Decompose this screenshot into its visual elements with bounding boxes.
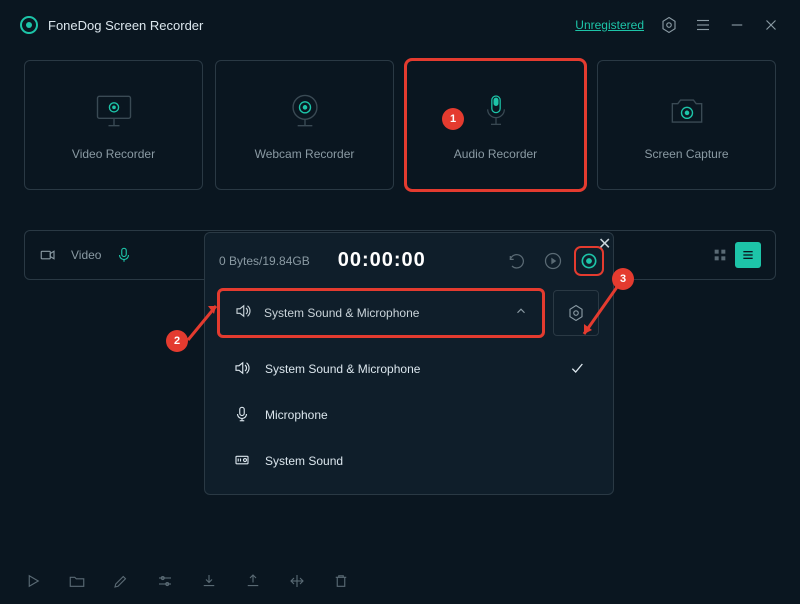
webcam-icon [283, 89, 327, 133]
unregistered-link[interactable]: Unregistered [575, 18, 644, 32]
speaker-icon [234, 302, 252, 325]
minimize-button[interactable] [728, 16, 746, 34]
speaker-icon [233, 359, 251, 380]
video-camera-icon[interactable] [39, 246, 57, 264]
microphone-icon [233, 405, 251, 426]
close-button[interactable] [762, 16, 780, 34]
app-title: FoneDog Screen Recorder [48, 18, 203, 33]
edit-button[interactable] [112, 572, 130, 590]
audio-settings-panel: 0 Bytes/19.84GB 00:00:00 System Sound & … [204, 232, 614, 495]
selected-audio-text: System Sound & Microphone [264, 306, 419, 320]
option-microphone[interactable]: Microphone [219, 392, 599, 438]
annotation-arrow-2 [186, 290, 226, 346]
mode-label: Audio Recorder [454, 147, 537, 161]
folder-button[interactable] [68, 572, 86, 590]
bottom-toolbar [24, 572, 776, 590]
timer-text: 00:00:00 [338, 249, 426, 272]
soundcard-icon [233, 451, 251, 472]
option-system-and-mic[interactable]: System Sound & Microphone [219, 346, 599, 392]
check-icon [569, 360, 585, 379]
mode-audio-recorder[interactable]: Audio Recorder [406, 60, 585, 190]
panel-close-icon[interactable]: ✕ [598, 234, 788, 254]
mode-label: Webcam Recorder [255, 147, 355, 161]
play-icon[interactable] [543, 251, 563, 271]
option-label: System Sound [265, 454, 343, 468]
storage-text: 0 Bytes/19.84GB [219, 254, 310, 268]
trash-button[interactable] [332, 572, 350, 590]
mode-screen-capture[interactable]: Screen Capture [597, 60, 776, 190]
audio-source-dropdown: System Sound & Microphone Microphone Sys… [219, 346, 599, 484]
monitor-icon [92, 89, 136, 133]
annotation-marker-3: 3 [612, 268, 634, 290]
app-logo-icon [20, 16, 38, 34]
play-button[interactable] [24, 572, 42, 590]
mode-label: Screen Capture [644, 147, 728, 161]
video-label: Video [71, 248, 101, 262]
annotation-marker-1: 1 [442, 108, 464, 130]
mode-label: Video Recorder [72, 147, 155, 161]
import-button[interactable] [200, 572, 218, 590]
option-system-sound[interactable]: System Sound [219, 438, 599, 484]
convert-button[interactable] [288, 572, 306, 590]
record-icon[interactable] [579, 251, 599, 271]
mode-webcam-recorder[interactable]: Webcam Recorder [215, 60, 394, 190]
export-button[interactable] [244, 572, 262, 590]
mode-video-recorder[interactable]: Video Recorder [24, 60, 203, 190]
microphone-small-icon[interactable] [115, 246, 133, 264]
microphone-icon [474, 89, 518, 133]
chevron-up-icon [514, 304, 528, 323]
undo-icon[interactable] [507, 251, 527, 271]
option-label: Microphone [265, 408, 328, 422]
audio-source-select[interactable]: System Sound & Microphone [219, 290, 543, 336]
annotation-marker-2: 2 [166, 330, 188, 352]
settings-gear-icon[interactable] [660, 16, 678, 34]
camera-icon [665, 89, 709, 133]
sliders-button[interactable] [156, 572, 174, 590]
menu-icon[interactable] [694, 16, 712, 34]
option-label: System Sound & Microphone [265, 362, 420, 376]
